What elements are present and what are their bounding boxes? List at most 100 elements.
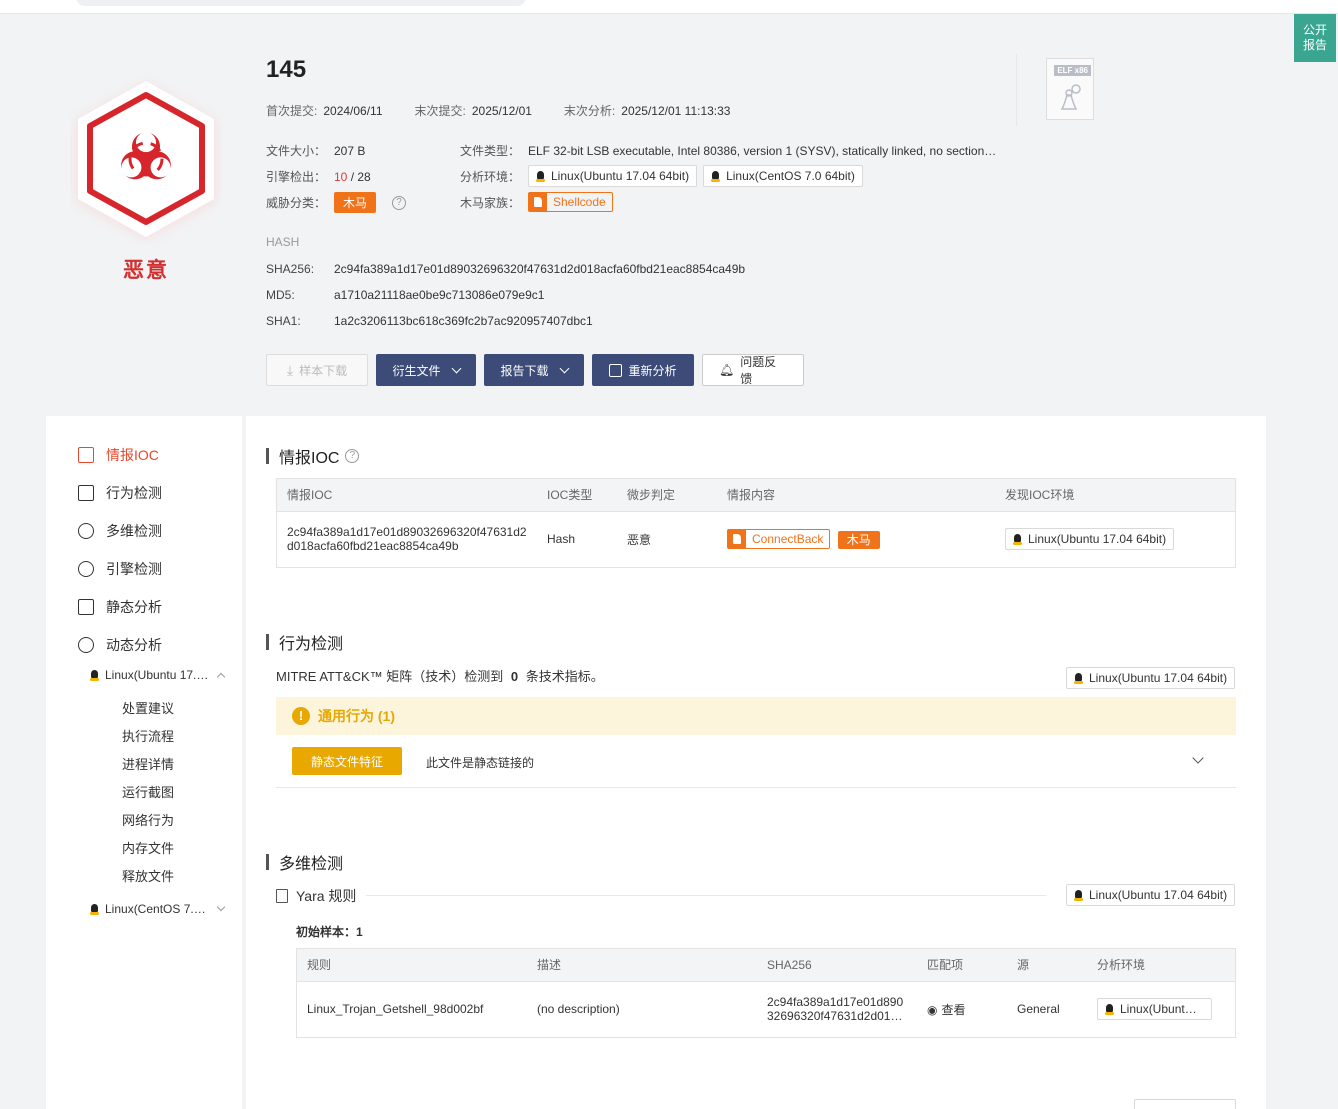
sidebar-sub-process[interactable]: 进程详情 xyxy=(122,754,174,773)
next-section-env-button[interactable] xyxy=(1134,1099,1236,1109)
scan-icon xyxy=(78,523,94,539)
behavior-group-header[interactable]: ! 通用行为 (1) xyxy=(276,697,1236,735)
family-tag[interactable]: Shellcode xyxy=(528,192,613,212)
yara-env: Linux(Ubunt… xyxy=(1087,981,1235,1037)
sidebar-item-static[interactable]: 静态分析 xyxy=(78,597,162,617)
env-label: 分析环境： xyxy=(460,169,521,184)
mitre-summary: MITRE ATT&CK™ 矩阵（技术）检测到 0 条技术指标。 xyxy=(276,666,604,685)
env-tag-ubuntu[interactable]: Linux(Ubuntu 17.04 64bit) xyxy=(1005,528,1175,551)
sidebar-sub-network[interactable]: 网络行为 xyxy=(122,810,174,829)
reanalyze-label: 重新分析 xyxy=(628,363,677,378)
linux-icon xyxy=(1105,1003,1114,1015)
env-tag-label: Linux(Ubuntu 17.04 64bit) xyxy=(1089,671,1228,685)
trojan-icon xyxy=(728,530,746,549)
family-row: 木马家族： Shellcode xyxy=(460,192,613,212)
download-icon: ⤓ xyxy=(286,361,294,378)
derived-files-label: 衍生文件 xyxy=(392,363,441,378)
table-header: 规则 描述 SHA256 匹配项 源 分析环境 xyxy=(297,949,1235,982)
sidebar-sub-screenshot[interactable]: 运行截图 xyxy=(122,782,174,801)
monitor-icon xyxy=(78,485,94,501)
behavior-title-text: 行为检测 xyxy=(279,636,344,653)
sha1-value[interactable]: 1a2c3206113bc618c369fc2b7ac920957407dbc1 xyxy=(334,314,593,328)
threat-badge: 木马 xyxy=(837,531,880,550)
yara-match[interactable]: ◉ 查看 xyxy=(917,981,1007,1037)
sidebar-item-label: 动态分析 xyxy=(106,637,162,653)
threat-badge: 木马 xyxy=(334,192,377,213)
col-sha256: SHA256 xyxy=(757,949,917,982)
download-sample-label: 样本下载 xyxy=(299,363,348,378)
feedback-label: 问题反馈 xyxy=(740,355,777,386)
first-submit-value: 2024/06/11 xyxy=(323,104,383,118)
ioc-type: Hash xyxy=(547,532,576,547)
family-tag[interactable]: ConnectBack xyxy=(727,529,831,550)
sha256-value[interactable]: 2c94fa389a1d17e01d89032696320f47631d2d01… xyxy=(334,262,745,276)
col-match: 匹配项 xyxy=(917,949,1007,982)
linux-icon xyxy=(90,669,99,681)
linux-icon xyxy=(536,170,545,182)
ioc-title-text: 情报IOC xyxy=(279,450,340,467)
col-content: 情报内容 xyxy=(717,479,995,512)
sidebar-item-label: 情报IOC xyxy=(106,447,159,463)
public-report-button[interactable]: 公开 报告 xyxy=(1294,14,1336,62)
sidebar-sub-dropped[interactable]: 释放文件 xyxy=(122,866,174,885)
warning-icon: ! xyxy=(292,707,310,725)
env-tag-ubuntu[interactable]: Linux(Ubuntu 17.04 64bit) xyxy=(1066,884,1236,906)
submission-dates: 首次提交: 2024/06/11 末次提交: 2025/12/01 末次分析: 202… xyxy=(266,102,730,119)
multi-title-text: 多维检测 xyxy=(279,856,344,873)
engine-row: 引擎检出： 10 / 28 xyxy=(266,168,371,185)
static-feature-tag[interactable]: 静态文件特征 xyxy=(292,747,402,775)
reanalyze-button[interactable]: 重新分析 xyxy=(592,354,694,386)
sidebar-item-ioc[interactable]: 情报IOC xyxy=(78,445,159,465)
engine-icon xyxy=(78,561,94,577)
download-sample-button[interactable]: ⤓ 样本下载 xyxy=(266,354,368,386)
sidebar-item-dynamic[interactable]: 动态分析 xyxy=(78,635,162,655)
sidebar-item-engine[interactable]: 引擎检测 xyxy=(78,559,162,579)
col-source: 源 xyxy=(1007,949,1087,982)
threat-label: 威胁分类： xyxy=(266,196,327,210)
sidebar-env-ubuntu[interactable]: Linux(Ubuntu 17.… xyxy=(90,668,226,682)
report-download-button[interactable]: 报告下载 xyxy=(484,354,584,386)
sidebar-sub-memory[interactable]: 内存文件 xyxy=(122,838,174,857)
col-env: 发现IOC环境 xyxy=(995,479,1235,512)
chevron-up-icon xyxy=(216,672,226,682)
search-input[interactable] xyxy=(76,0,526,6)
sidebar-item-multi[interactable]: 多维检测 xyxy=(78,521,162,541)
file-type-row: 文件类型： ELF 32-bit LSB executable, Intel 8… xyxy=(460,142,996,159)
sidebar-sub-flow[interactable]: 执行流程 xyxy=(122,726,174,745)
yara-sha256[interactable]: 2c94fa389a1d17e01d890 32696320f47631d2d0… xyxy=(757,981,917,1037)
verdict-label: 恶意 xyxy=(123,259,169,282)
yara-sha256-line1: 2c94fa389a1d17e01d890 xyxy=(767,995,904,1010)
engine-hits: 10 xyxy=(334,169,348,184)
feedback-button[interactable]: 🔔︎ 问题反馈 xyxy=(702,354,804,386)
public-report-label-2: 报告 xyxy=(1302,38,1327,52)
env-tag-ubuntu[interactable]: Linux(Ubuntu 17.04 64bit) xyxy=(528,165,698,187)
sidebar-sub-advice[interactable]: 处置建议 xyxy=(122,698,174,717)
divider xyxy=(276,787,1236,788)
chevron-down-icon xyxy=(559,363,569,373)
yara-match-label: 查看 xyxy=(941,1002,966,1017)
col-ioc: 情报IOC xyxy=(277,479,537,512)
env-tag-label: Linux(Ubuntu 17.04 64bit) xyxy=(551,169,690,183)
sidebar-item-label: 行为检测 xyxy=(106,485,162,501)
yara-title: Yara 规则 xyxy=(276,886,356,906)
env-tag-centos[interactable]: Linux(CentOS 7.0 64bit) xyxy=(703,165,863,187)
md5-value[interactable]: a1710a21118ae0be9c713086e079e9c1 xyxy=(334,288,544,302)
md5-row: MD5: a1710a21118ae0be9c713086e079e9c1 xyxy=(266,288,544,302)
chevron-down-icon[interactable] xyxy=(1192,752,1204,764)
col-verdict: 微步判定 xyxy=(617,479,717,512)
help-icon[interactable]: ? xyxy=(345,449,360,463)
ioc-value[interactable]: 2c94fa389a1d17e01d89032696320f47631d2 d0… xyxy=(277,511,537,567)
section-ioc-title: 情报IOC ? xyxy=(266,444,360,468)
chevron-down-icon xyxy=(451,363,461,373)
section-behavior-title: 行为检测 xyxy=(266,630,343,654)
sidebar-env-centos[interactable]: Linux(CentOS 7.… xyxy=(90,902,226,916)
family-label: 木马家族： xyxy=(460,195,521,210)
derived-files-button[interactable]: 衍生文件 xyxy=(376,354,476,386)
env-tag-ubuntu[interactable]: Linux(Ubunt… xyxy=(1097,998,1212,1021)
env-tag-ubuntu[interactable]: Linux(Ubuntu 17.04 64bit) xyxy=(1066,667,1236,689)
sample-title: 145 xyxy=(266,56,307,83)
help-icon[interactable]: ? xyxy=(392,195,407,210)
sidebar-item-behavior[interactable]: 行为检测 xyxy=(78,483,162,503)
document-search-icon xyxy=(276,889,288,903)
table-header: 情报IOC IOC类型 微步判定 情报内容 发现IOC环境 xyxy=(277,479,1235,512)
